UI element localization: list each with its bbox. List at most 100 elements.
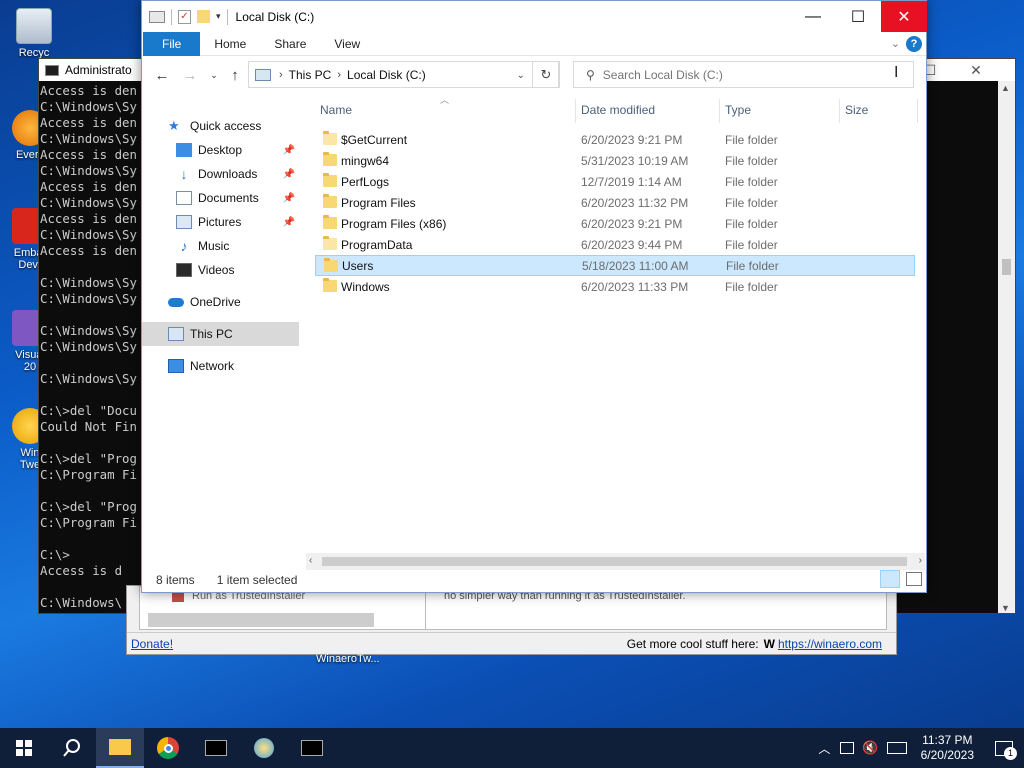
- maximize-button[interactable]: ☐: [835, 1, 881, 32]
- breadcrumb-separator-icon[interactable]: ›: [277, 69, 285, 81]
- nav-item-downloads[interactable]: ↓ Downloads 📌: [142, 162, 299, 186]
- file-row[interactable]: Program Files (x86) 6/20/2023 9:21 PM Fi…: [315, 213, 915, 234]
- explorer-titlebar[interactable]: ✓ ▾ Local Disk (C:) — ☐ ✕: [142, 1, 927, 32]
- scrollbar-thumb[interactable]: [1002, 259, 1011, 275]
- taskbar-cmd-1[interactable]: [192, 728, 240, 768]
- winaero-link[interactable]: https://winaero.com: [778, 637, 882, 651]
- scroll-right-icon[interactable]: ›: [919, 555, 922, 566]
- help-icon[interactable]: ?: [906, 36, 922, 52]
- column-header-type[interactable]: Type: [725, 95, 751, 125]
- volume-muted-icon[interactable]: 🔇: [862, 740, 878, 756]
- taskbar-file-explorer[interactable]: [96, 728, 144, 768]
- donate-link[interactable]: Donate!: [131, 637, 173, 651]
- taskbar-winaero[interactable]: [240, 728, 288, 768]
- keyboard-icon[interactable]: [886, 742, 907, 754]
- file-row[interactable]: Windows 6/20/2023 11:33 PM File folder: [315, 276, 915, 297]
- tree-hscroll-thumb[interactable]: [148, 613, 374, 627]
- search-button[interactable]: [48, 728, 96, 768]
- file-row[interactable]: mingw64 5/31/2023 10:19 AM File folder: [315, 150, 915, 171]
- action-center-button[interactable]: 1: [984, 728, 1024, 768]
- address-dropdown-icon[interactable]: ⌄: [517, 62, 525, 89]
- desktop-icon-label-winaero[interactable]: WinaeroTw...: [316, 653, 380, 665]
- nav-item-quick-access[interactable]: ★ Quick access: [142, 114, 299, 138]
- file-explorer-window[interactable]: ✓ ▾ Local Disk (C:) — ☐ ✕ File Home Shar…: [141, 0, 927, 593]
- column-divider[interactable]: [575, 99, 576, 123]
- address-bar[interactable]: › This PC › Local Disk (C:) ⌄: [248, 61, 559, 88]
- pin-icon[interactable]: 📌: [283, 169, 295, 180]
- desktop-icon-recycle-bin[interactable]: Recyc: [4, 8, 64, 59]
- new-folder-icon[interactable]: [197, 10, 210, 23]
- taskbar-cmd-2[interactable]: [288, 728, 336, 768]
- breadcrumb-this-pc[interactable]: This PC: [285, 68, 336, 82]
- nav-item-onedrive[interactable]: OneDrive: [142, 290, 299, 314]
- file-list[interactable]: ︿ Name Date modified Type Size $GetCurre…: [315, 95, 918, 552]
- command-prompt-icon: [205, 740, 227, 756]
- minimize-button[interactable]: —: [790, 1, 836, 32]
- computer-icon: [168, 327, 184, 341]
- file-row[interactable]: Program Files 6/20/2023 11:32 PM File fo…: [315, 192, 915, 213]
- taskbar-chrome[interactable]: [144, 728, 192, 768]
- nav-item-label: This PC: [190, 327, 233, 341]
- nav-item-network[interactable]: Network: [142, 354, 299, 378]
- nav-item-pictures[interactable]: Pictures 📌: [142, 210, 299, 234]
- pin-icon[interactable]: 📌: [283, 145, 295, 156]
- column-header-size[interactable]: Size: [845, 95, 868, 125]
- tab-view[interactable]: View: [320, 32, 374, 56]
- nav-item-videos[interactable]: Videos: [142, 258, 299, 282]
- item-count: 8 items: [156, 572, 195, 587]
- nav-item-documents[interactable]: Documents 📌: [142, 186, 299, 210]
- network-icon[interactable]: [840, 742, 855, 754]
- file-row[interactable]: PerfLogs 12/7/2019 1:14 AM File folder: [315, 171, 915, 192]
- column-divider[interactable]: [719, 99, 720, 123]
- navigation-pane[interactable]: ★ Quick access Desktop 📌 ↓ Downloads 📌 D…: [142, 95, 299, 552]
- column-divider[interactable]: [917, 99, 918, 123]
- nav-item-this-pc[interactable]: This PC: [142, 322, 299, 346]
- up-button[interactable]: ↑: [223, 63, 247, 87]
- column-divider[interactable]: [839, 99, 840, 123]
- customize-toolbar-icon[interactable]: ▾: [216, 11, 221, 22]
- console-scrollbar[interactable]: ▲ ▼: [998, 81, 1015, 613]
- folder-icon: [323, 152, 337, 166]
- back-button[interactable]: ←: [150, 63, 174, 87]
- details-view-icon[interactable]: [880, 570, 900, 588]
- toolbar-divider: [171, 8, 172, 25]
- selection-count: 1 item selected: [216, 572, 298, 587]
- show-hidden-icons-icon[interactable]: ︿: [818, 740, 830, 757]
- start-button[interactable]: [0, 728, 48, 768]
- scrollbar-thumb[interactable]: [322, 557, 907, 566]
- folder-icon: [323, 131, 337, 145]
- file-date: 6/20/2023 11:33 PM: [581, 279, 689, 294]
- nav-item-music[interactable]: ♪ Music: [142, 234, 299, 258]
- breadcrumb-local-disk[interactable]: Local Disk (C:): [343, 68, 430, 82]
- column-header-date[interactable]: Date modified: [581, 95, 655, 125]
- pin-icon[interactable]: 📌: [283, 193, 295, 204]
- search-input[interactable]: [602, 67, 883, 82]
- close-button[interactable]: ✕: [953, 59, 999, 81]
- folder-icon: [324, 258, 338, 272]
- file-row[interactable]: $GetCurrent 6/20/2023 9:21 PM File folde…: [315, 129, 915, 150]
- close-button[interactable]: ✕: [881, 1, 927, 32]
- file-row-selected[interactable]: Users 5/18/2023 11:00 AM File folder: [315, 255, 915, 276]
- nav-item-desktop[interactable]: Desktop 📌: [142, 138, 299, 162]
- forward-button[interactable]: →: [178, 63, 202, 87]
- column-header-name[interactable]: Name: [320, 95, 352, 125]
- file-row[interactable]: ProgramData 6/20/2023 9:44 PM File folde…: [315, 234, 915, 255]
- scroll-up-icon[interactable]: ▲: [1001, 83, 1010, 93]
- file-date: 6/20/2023 9:21 PM: [581, 216, 683, 231]
- breadcrumb-separator-icon[interactable]: ›: [335, 69, 343, 81]
- tab-share[interactable]: Share: [260, 32, 320, 56]
- search-box[interactable]: ⚲: [573, 61, 914, 88]
- tab-home[interactable]: Home: [200, 32, 260, 56]
- clock[interactable]: 11:37 PM 6/20/2023: [911, 733, 984, 763]
- pin-icon[interactable]: 📌: [283, 217, 295, 228]
- scroll-down-icon[interactable]: ▼: [1001, 603, 1010, 613]
- clock-time: 11:37 PM: [922, 733, 973, 747]
- properties-icon[interactable]: ✓: [178, 9, 191, 24]
- refresh-button[interactable]: ↻: [532, 61, 560, 88]
- scroll-left-icon[interactable]: ‹: [309, 555, 312, 566]
- winaero-tweaker-window[interactable]: Run as TrustedInstaller ⌄ › no simpler w…: [126, 585, 897, 655]
- large-icons-view-icon[interactable]: [906, 572, 922, 586]
- network-icon: [168, 359, 184, 373]
- tab-file[interactable]: File: [143, 31, 201, 56]
- expand-ribbon-icon[interactable]: ⌄: [891, 37, 900, 50]
